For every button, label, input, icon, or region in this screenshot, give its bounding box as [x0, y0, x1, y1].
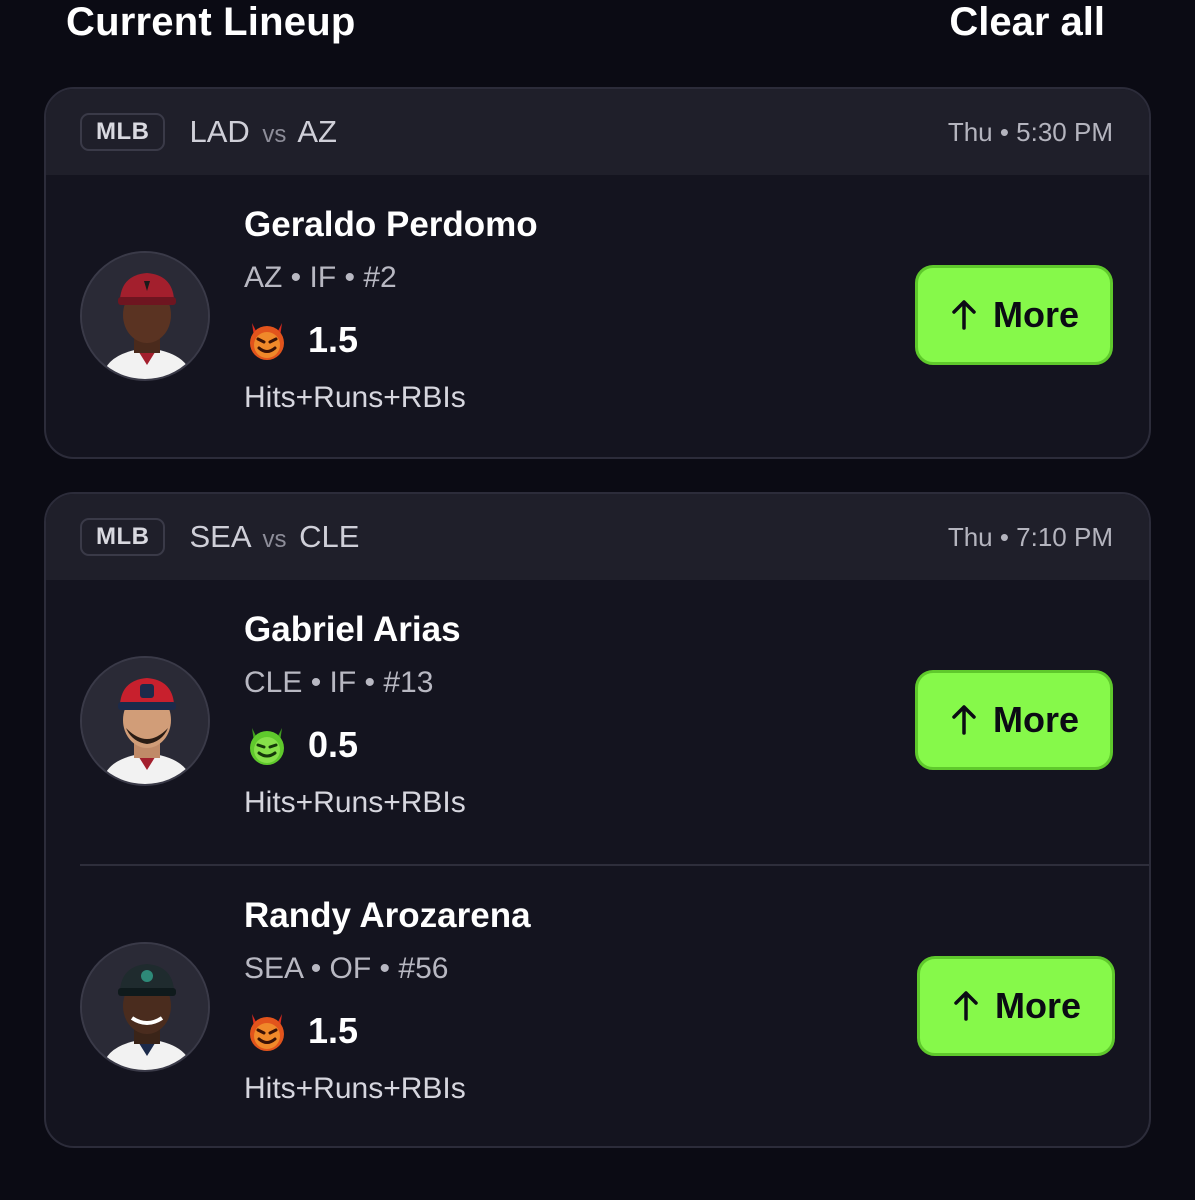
- player-meta: CLE • IF • #13: [244, 666, 434, 699]
- pick-row: Geraldo Perdomo AZ • IF • #2 1.5 Hits+Ru…: [46, 175, 1149, 457]
- clear-all-button[interactable]: Clear all: [949, 0, 1105, 44]
- player-avatar: [80, 251, 210, 381]
- stat-type: Hits+Runs+RBIs: [244, 1072, 466, 1105]
- matchup: LAD vs AZ: [189, 114, 336, 150]
- projection-value: 1.5: [308, 319, 359, 360]
- orange-devil-icon: [248, 1012, 286, 1053]
- matchup: SEA vs CLE: [189, 519, 359, 555]
- team-home: LAD: [189, 114, 250, 149]
- page-title: Current Lineup: [66, 0, 356, 44]
- game-card: MLB SEA vs CLE Thu • 7:10 PM Gabriel Ari…: [44, 492, 1151, 1148]
- pick-row: Gabriel Arias CLE • IF • #13 0.5 Hits+Ru…: [46, 580, 1149, 864]
- player-info: Gabriel Arias CLE • IF • #13 0.5 Hits+Ru…: [244, 608, 466, 822]
- player-info: Randy Arozarena SEA • OF • #56 1.5 Hits+…: [244, 894, 531, 1108]
- projection-row: 0.5: [244, 722, 466, 768]
- league-badge: MLB: [80, 518, 166, 556]
- projection-row: 1.5: [244, 1008, 531, 1054]
- stat-type: Hits+Runs+RBIs: [244, 381, 466, 414]
- arrow-up-icon: [949, 703, 979, 737]
- team-home: SEA: [189, 519, 250, 554]
- game-time: Thu • 5:30 PM: [947, 116, 1113, 147]
- player-info: Geraldo Perdomo AZ • IF • #2 1.5 Hits+Ru…: [244, 203, 538, 417]
- more-button-label: More: [992, 699, 1079, 740]
- player-name: Geraldo Perdomo: [244, 205, 538, 244]
- game-time: Thu • 7:10 PM: [947, 521, 1113, 552]
- vs-label: vs: [262, 121, 287, 148]
- player-meta: SEA • OF • #56: [244, 952, 449, 985]
- projection-value: 0.5: [308, 724, 359, 765]
- more-button[interactable]: More: [917, 956, 1115, 1056]
- green-devil-icon: [248, 726, 286, 767]
- game-card: MLB LAD vs AZ Thu • 5:30 PM Geraldo Perd…: [44, 87, 1151, 459]
- game-header: MLB LAD vs AZ Thu • 5:30 PM: [46, 89, 1149, 175]
- projection-value: 1.5: [308, 1010, 359, 1051]
- player-name: Randy Arozarena: [244, 896, 531, 935]
- arrow-up-icon: [949, 298, 979, 332]
- player-name: Gabriel Arias: [244, 610, 461, 649]
- more-button-label: More: [994, 985, 1081, 1026]
- vs-label: vs: [262, 526, 287, 553]
- orange-devil-icon: [248, 321, 286, 362]
- player-avatar: [80, 656, 210, 786]
- team-away: AZ: [297, 114, 337, 149]
- more-button[interactable]: More: [915, 265, 1113, 365]
- more-button-label: More: [992, 294, 1079, 335]
- projection-row: 1.5: [244, 317, 538, 363]
- game-header: MLB SEA vs CLE Thu • 7:10 PM: [46, 494, 1149, 580]
- player-avatar: [80, 942, 210, 1072]
- player-meta: AZ • IF • #2: [244, 261, 397, 294]
- league-badge: MLB: [80, 113, 166, 151]
- more-button[interactable]: More: [915, 670, 1113, 770]
- stat-type: Hits+Runs+RBIs: [244, 786, 466, 819]
- page-header: Current Lineup Clear all: [66, 0, 1105, 44]
- team-away: CLE: [299, 519, 360, 554]
- pick-row: Randy Arozarena SEA • OF • #56 1.5 Hits+…: [80, 864, 1149, 1146]
- arrow-up-icon: [951, 989, 981, 1023]
